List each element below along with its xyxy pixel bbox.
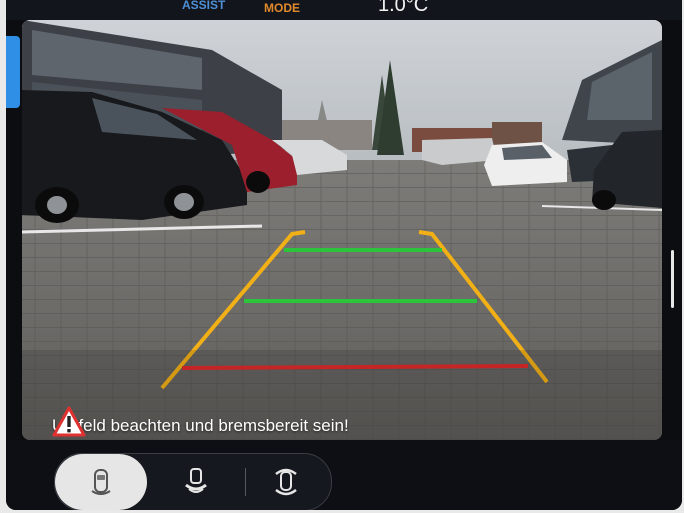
display-bezel: ASSIST MODE 1.0°C Umfeld beachten und br… xyxy=(6,0,682,510)
view-top-button[interactable] xyxy=(55,454,147,510)
view-front-button[interactable] xyxy=(241,454,331,510)
view-selector xyxy=(54,453,332,510)
car-rear-sensor-icon xyxy=(185,468,207,493)
mode-label[interactable]: MODE xyxy=(264,1,300,15)
rear-camera-view: Umfeld beachten und bremsbereit sein! xyxy=(22,20,662,440)
camera-view-bar xyxy=(6,440,682,510)
temperature-readout: 1.0°C xyxy=(378,0,429,16)
top-status-bar: ASSIST MODE 1.0°C xyxy=(6,0,682,20)
side-tab[interactable] xyxy=(6,36,20,108)
assist-label[interactable]: ASSIST xyxy=(182,0,225,12)
view-rear-button[interactable] xyxy=(151,454,241,510)
car-top-view-icon xyxy=(91,469,111,495)
side-scroll-handle[interactable] xyxy=(671,250,674,308)
camera-scene xyxy=(22,20,662,440)
warning-banner: Umfeld beachten und bremsbereit sein! xyxy=(52,406,349,440)
warning-triangle-icon xyxy=(52,406,86,437)
warning-message: Umfeld beachten und bremsbereit sein! xyxy=(52,416,349,435)
car-front-sensor-icon xyxy=(275,468,297,496)
